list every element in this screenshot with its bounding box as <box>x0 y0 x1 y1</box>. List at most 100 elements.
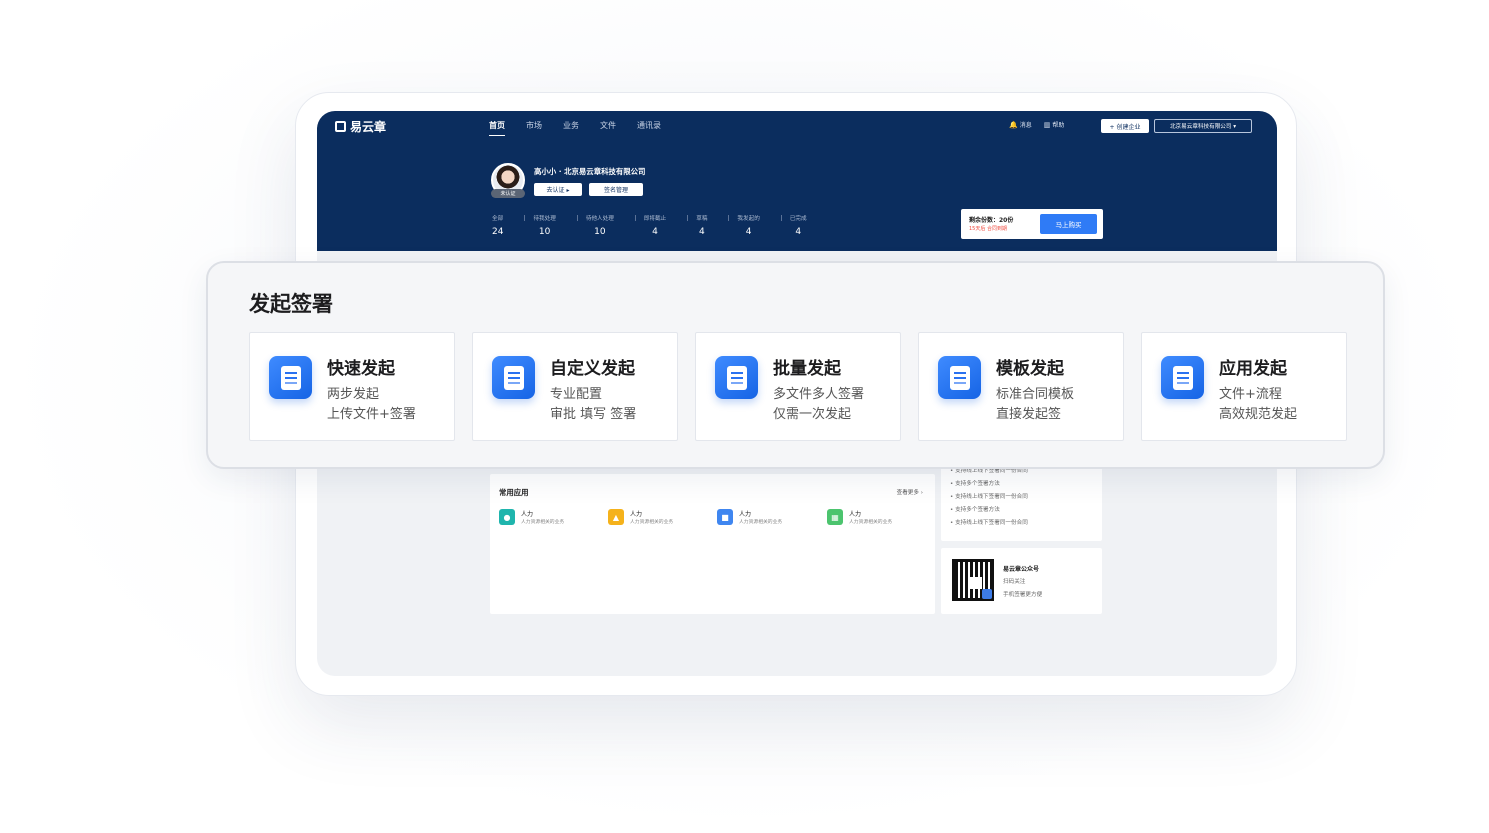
stat-value: 4 <box>652 227 658 237</box>
stat-label: 即将截止 <box>643 216 667 222</box>
stat-value: 10 <box>594 227 606 237</box>
card-title: 快速发起 <box>327 359 395 379</box>
nav-files[interactable]: 文件 <box>600 120 616 136</box>
card-line: 仅需一次发起 <box>773 407 852 422</box>
help-line[interactable]: • 支持多个签署方法 <box>950 479 1000 487</box>
stat-label: 我发起的 <box>737 216 760 222</box>
create-company-button[interactable]: + 创建企业 <box>1101 119 1149 133</box>
card-line: 文件+流程 <box>1219 387 1282 402</box>
custom-launch-card[interactable]: 自定义发起 专业配置 审批 填写 签署 <box>472 332 678 441</box>
signature-manage-button[interactable]: 签名管理 <box>589 183 643 196</box>
stat-value: 4 <box>698 227 705 237</box>
app-desc: 人力资源相关的业务 <box>739 520 783 525</box>
nav-market[interactable]: 市场 <box>526 120 542 136</box>
app-item[interactable]: ● 人力 人力资源相关的业务 <box>499 509 604 529</box>
stat-all[interactable]: 全部 24 <box>492 214 526 237</box>
card-line: 审批 填写 签署 <box>550 407 637 422</box>
wechat-title: 易云章公众号 <box>1003 566 1040 573</box>
person-icon: ▲ <box>608 509 624 525</box>
card-title: 自定义发起 <box>550 359 635 379</box>
app-name: 人力 <box>630 511 643 518</box>
stat-initiated[interactable]: 我发起的 4 <box>737 214 783 237</box>
stat-draft[interactable]: 草稿 4 <box>696 214 730 237</box>
bell-icon: 🔔 <box>1009 121 1018 129</box>
app-item[interactable]: ▲ 人力 人力资源相关的业务 <box>608 509 713 529</box>
app-item[interactable]: ■ 人力 人力资源相关的业务 <box>717 509 822 529</box>
card-line: 多文件多人签署 <box>773 387 865 402</box>
app-document-icon <box>1161 356 1204 399</box>
card-line: 标准合同模板 <box>996 387 1075 402</box>
quota-text: 剩余份数：20份 <box>969 217 1014 224</box>
logo-icon <box>335 121 346 132</box>
common-apps-panel: 常用应用 查看更多 › ● 人力 人力资源相关的业务 ▲ 人力 人力资源相关的业… <box>490 474 935 614</box>
main-nav: 首页 市场 业务 文件 通讯录 <box>489 120 661 136</box>
company-select[interactable]: 北京易云章科技有限公司 ▾ <box>1154 119 1252 133</box>
nav-business[interactable]: 业务 <box>563 120 579 136</box>
user-name: 高小小 · 北京易云章科技有限公司 <box>534 167 646 176</box>
app-name: 人力 <box>739 511 752 518</box>
book-icon: ▥ <box>1043 121 1051 129</box>
stat-label: 全部 <box>492 216 504 222</box>
template-icon <box>938 356 981 399</box>
card-line: 两步发起 <box>327 387 380 402</box>
multi-document-icon <box>715 356 758 399</box>
message-label: 消息 <box>1019 122 1032 129</box>
edit-document-icon <box>492 356 535 399</box>
card-title: 应用发起 <box>1219 359 1287 379</box>
stat-label: 草稿 <box>696 216 708 222</box>
document-icon: ■ <box>717 509 733 525</box>
card-title: 模板发起 <box>996 359 1064 379</box>
help-panel: • 支持线上线下签署同一份合同 • 支持多个签署方法 • 支持线上线下签署同一份… <box>941 461 1102 541</box>
app-desc: 人力资源相关的业务 <box>630 520 674 525</box>
template-launch-card[interactable]: 模板发起 标准合同模板 直接发起签 <box>918 332 1124 441</box>
app-desc: 人力资源相关的业务 <box>521 520 565 525</box>
quota-panel: 剩余份数：20份 15天后 合同到期 马上购买 <box>961 209 1103 239</box>
stat-value: 10 <box>538 227 551 237</box>
app-item[interactable]: ▦ 人力 人力资源相关的业务 <box>827 509 932 529</box>
stage: 易云章 首页 市场 业务 文件 通讯录 🔔 消息 ▥ 帮助 + 创建企业 北京易云章… <box>0 0 1489 833</box>
nav-home[interactable]: 首页 <box>489 120 505 136</box>
wechat-panel: 易云章公众号 扫码关注 手机签署更方便 <box>941 548 1102 614</box>
nav-contacts[interactable]: 通讯录 <box>637 120 661 136</box>
launch-sign-panel: 发起签署 快速发起 两步发起 上传文件+签署 自定义发起 专业配置 审批 填写 … <box>206 261 1385 469</box>
help-line[interactable]: • 支持多个签署方法 <box>950 505 1000 513</box>
quick-launch-card[interactable]: 快速发起 两步发起 上传文件+签署 <box>249 332 455 441</box>
status-badge: 未认证 <box>491 189 525 198</box>
help-line[interactable]: • 支持线上线下签署同一份合同 <box>950 518 1028 526</box>
header-tools: 🔔 消息 ▥ 帮助 <box>1009 120 1064 129</box>
help-link[interactable]: ▥ 帮助 <box>1044 120 1065 129</box>
stat-deadline[interactable]: 即将截止 4 <box>643 214 689 237</box>
stat-todo[interactable]: 待我处理 10 <box>533 214 579 237</box>
user-icon: ● <box>499 509 515 525</box>
card-line: 上传文件+签署 <box>327 407 416 422</box>
help-line[interactable]: • 支持线上线下签署同一份合同 <box>950 492 1028 500</box>
app-name: 人力 <box>521 511 534 518</box>
batch-launch-card[interactable]: 批量发起 多文件多人签署 仅需一次发起 <box>695 332 901 441</box>
grid-icon: ▦ <box>827 509 843 525</box>
stat-label: 待我处理 <box>533 216 556 222</box>
app-name: 人力 <box>849 511 862 518</box>
card-line: 高效规范发起 <box>1219 407 1298 422</box>
logo[interactable]: 易云章 <box>335 118 386 135</box>
stat-value: 4 <box>795 227 802 237</box>
panel-title: 发起签署 <box>249 292 333 316</box>
message-link[interactable]: 🔔 消息 <box>1009 120 1032 129</box>
stat-others[interactable]: 待他人处理 10 <box>586 214 636 237</box>
view-more-link[interactable]: 查看更多 › <box>897 488 923 496</box>
qr-code <box>952 559 994 601</box>
hero-header: 易云章 首页 市场 业务 文件 通讯录 🔔 消息 ▥ 帮助 + 创建企业 北京易云章… <box>317 111 1277 251</box>
lightning-document-icon <box>269 356 312 399</box>
wechat-line: 手机签署更方便 <box>1003 592 1043 598</box>
apps-title: 常用应用 <box>499 488 529 497</box>
card-title: 批量发起 <box>773 359 841 379</box>
stat-done[interactable]: 已完成 4 <box>790 214 829 237</box>
buy-button[interactable]: 马上购买 <box>1040 214 1097 234</box>
logo-text: 易云章 <box>350 120 387 134</box>
app-launch-card[interactable]: 应用发起 文件+流程 高效规范发起 <box>1141 332 1347 441</box>
card-line: 直接发起签 <box>996 407 1062 422</box>
verify-button[interactable]: 去认证 ▸ <box>534 183 582 196</box>
qr-logo <box>982 589 992 599</box>
wechat-line: 扫码关注 <box>1003 579 1026 585</box>
app-desc: 人力资源相关的业务 <box>849 520 893 525</box>
stat-label: 待他人处理 <box>585 216 614 222</box>
